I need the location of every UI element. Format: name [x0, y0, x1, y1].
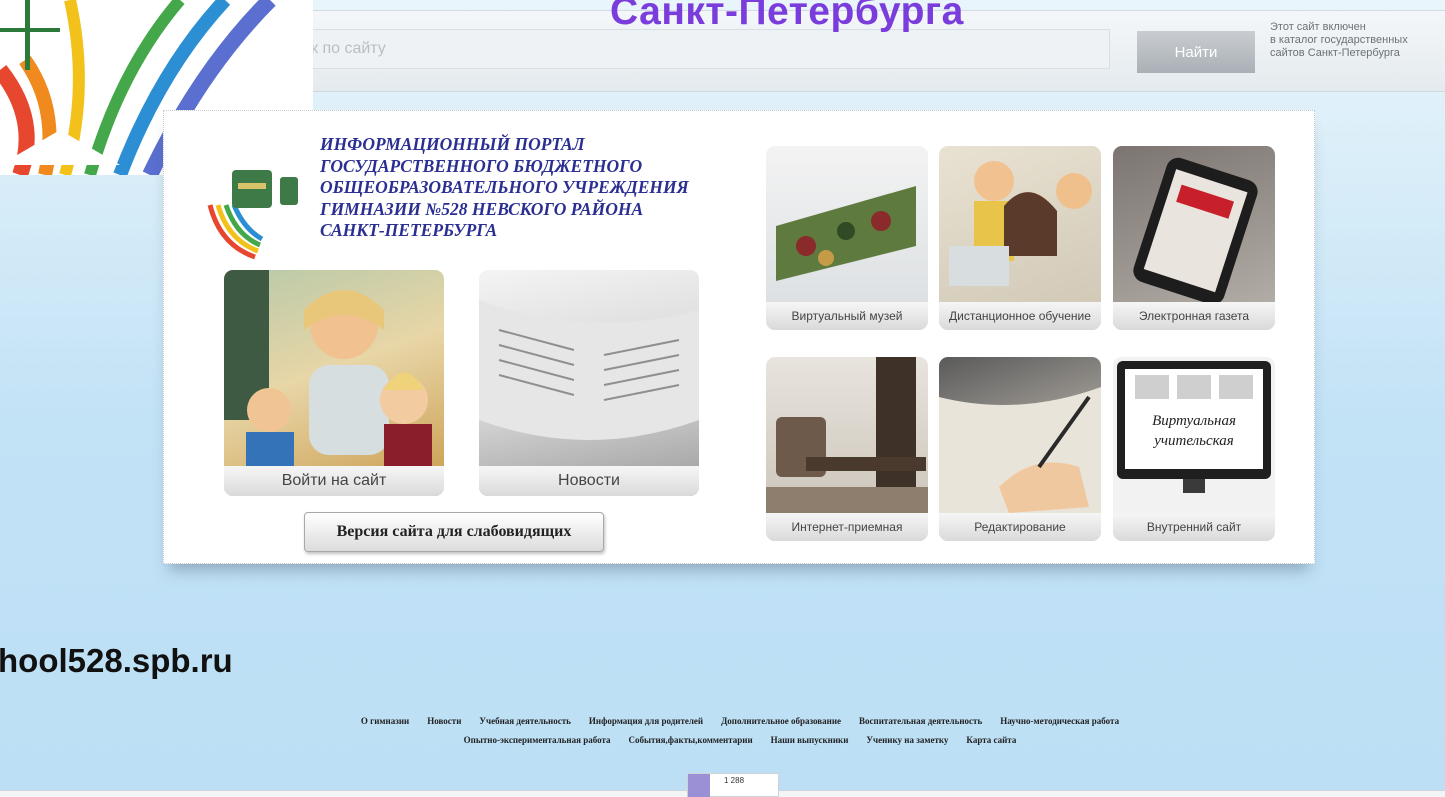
footer-link[interactable]: Карта сайта	[966, 731, 1016, 750]
writing-hand-photo	[939, 387, 1101, 513]
tile-e-newspaper[interactable]: Электронная газета	[1113, 146, 1275, 330]
tile-internet-reception[interactable]: Интернет-приемная	[766, 357, 928, 541]
footer-link[interactable]: Учебная деятельность	[479, 712, 570, 731]
tile-virtual-museum[interactable]: Виртуальный музей	[766, 146, 928, 330]
gov-catalog-note[interactable]: Этот сайт включен в каталог государствен…	[1270, 21, 1445, 60]
footer-link[interactable]: Наши выпускники	[771, 731, 849, 750]
school-logo-icon	[200, 165, 315, 260]
news-tile[interactable]: Новости	[479, 270, 699, 496]
tile-internet-reception-label: Интернет-приемная	[766, 513, 928, 541]
footer-link[interactable]: Научно-методическая работа	[1000, 712, 1119, 731]
footer-link[interactable]: Дополнительное образование	[721, 712, 841, 731]
tile-distance-learning[interactable]: Дистанционное обучение	[939, 146, 1101, 330]
tile-distance-learning-label: Дистанционное обучение	[939, 302, 1101, 330]
footer-nav: О гимназии Новости Учебная деятельность …	[200, 712, 1280, 750]
search-placeholder: к по сайту	[311, 40, 386, 57]
tile-editing-label: Редактирование	[939, 513, 1101, 541]
login-tile-label: Войти на сайт	[224, 466, 444, 496]
footer-link[interactable]: События,факты,комментарии	[629, 731, 753, 750]
site-url: hool528.spb.ru	[0, 642, 233, 679]
phone-photo	[1133, 157, 1258, 305]
footer-link[interactable]: О гимназии	[361, 712, 409, 731]
tile-internal-site[interactable]: Виртуальная учительская Внутренний сайт	[1113, 357, 1275, 541]
footer-link[interactable]: Ученику на заметку	[866, 731, 948, 750]
counter-value: 1 288	[724, 776, 745, 785]
tile-editing[interactable]: Редактирование	[939, 357, 1101, 541]
office-photo	[766, 357, 928, 513]
monitor-text-line-2: учительская	[1154, 433, 1234, 449]
footer-link[interactable]: Воспитательная деятельность	[859, 712, 982, 731]
newspaper-photo	[479, 300, 699, 440]
news-tile-label: Новости	[479, 466, 699, 496]
tile-virtual-museum-label: Виртуальный музей	[766, 302, 928, 330]
classroom-photo	[224, 270, 432, 472]
login-tile[interactable]: Войти на сайт	[224, 270, 444, 496]
visit-counter[interactable]: 1 288	[687, 773, 779, 797]
students-photo	[949, 161, 1092, 286]
tile-e-newspaper-label: Электронная газета	[1113, 302, 1275, 330]
footer-link[interactable]: Новости	[427, 712, 461, 731]
museum-photo	[776, 186, 916, 281]
slide-heading: Санкт-Петербурга	[610, 0, 964, 33]
tile-internal-site-label: Внутренний сайт	[1113, 513, 1275, 541]
low-vision-version-button[interactable]: Версия сайта для слабовидящих	[304, 512, 604, 552]
portal-title: ИНФОРМАЦИОННЫЙ ПОРТАЛ ГОСУДАРСТВЕННОГО Б…	[320, 134, 689, 240]
footer-link[interactable]: Информация для родителей	[589, 712, 703, 731]
monitor-icon: Виртуальная учительская	[1117, 361, 1271, 493]
footer-link[interactable]: Опытно-экспериментальная работа	[464, 731, 611, 750]
search-button[interactable]: Найти	[1137, 31, 1255, 73]
monitor-text-line-1: Виртуальная	[1152, 413, 1236, 429]
counter-badge-icon	[688, 774, 710, 797]
